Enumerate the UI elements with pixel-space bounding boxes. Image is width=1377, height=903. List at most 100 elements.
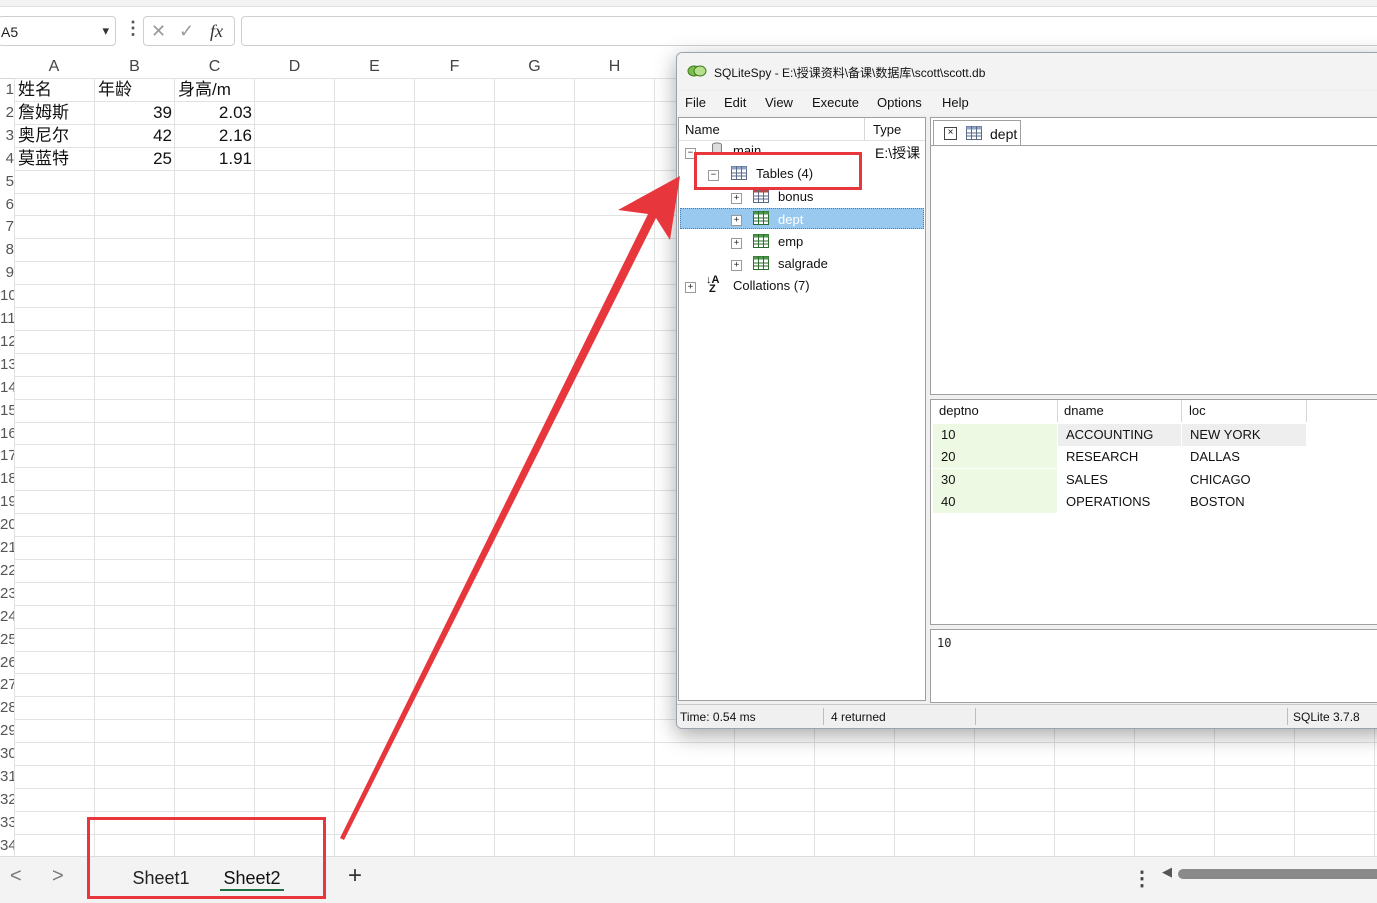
row-header[interactable]: 23 [0, 585, 14, 605]
close-tab-icon[interactable]: × [944, 127, 957, 140]
row-header[interactable]: 27 [0, 676, 14, 696]
row-header[interactable]: 9 [0, 264, 14, 284]
row-header[interactable]: 12 [0, 333, 14, 353]
menu-edit[interactable]: Edit [724, 95, 746, 110]
row-header[interactable]: 30 [0, 745, 14, 765]
result-cell[interactable]: DALLAS [1182, 446, 1306, 468]
add-sheet-button[interactable]: + [348, 862, 362, 890]
sql-editor[interactable]: × dept [930, 117, 1377, 395]
tree-collations[interactable]: Collations (7) [733, 278, 810, 293]
tree-table-bonus[interactable]: bonus [778, 189, 813, 204]
more-options-icon[interactable]: ⋮ [124, 18, 142, 39]
row-header[interactable]: 21 [0, 539, 14, 559]
row-header[interactable]: 2 [0, 104, 14, 124]
menu-execute[interactable]: Execute [812, 95, 859, 110]
result-cell[interactable]: NEW YORK [1182, 424, 1306, 446]
row-header[interactable]: 6 [0, 196, 14, 216]
select-all-corner[interactable] [0, 56, 14, 79]
editor-tab-dept[interactable]: × dept [933, 120, 1021, 145]
expand-collations-icon[interactable]: + [685, 282, 696, 293]
cell-b3[interactable]: 42 [95, 125, 172, 147]
cell-b2[interactable]: 39 [95, 102, 172, 124]
row-header[interactable]: 14 [0, 379, 14, 399]
row-header[interactable]: 28 [0, 699, 14, 719]
result-cell[interactable]: RESEARCH [1058, 446, 1181, 468]
collapse-tables-icon[interactable]: − [708, 170, 719, 181]
expand-salgrade-icon[interactable]: + [731, 260, 742, 271]
tree-tables[interactable]: Tables (4) [756, 166, 813, 181]
result-col-dname[interactable]: dname [1064, 403, 1104, 418]
row-header[interactable]: 4 [0, 150, 14, 170]
row-header[interactable]: 10 [0, 287, 14, 307]
next-sheet-icon[interactable]: > [52, 865, 64, 888]
menu-view[interactable]: View [765, 95, 793, 110]
row-header[interactable]: 15 [0, 402, 14, 422]
result-cell[interactable]: 10 [933, 424, 1057, 446]
col-header-d[interactable]: D [255, 56, 334, 79]
column-divider[interactable] [1057, 400, 1058, 422]
row-header[interactable]: 32 [0, 791, 14, 811]
cell-a1[interactable]: 姓名 [18, 79, 52, 101]
tree-table-salgrade[interactable]: salgrade [778, 256, 828, 271]
cell-b4[interactable]: 25 [95, 148, 172, 170]
tree-col-type[interactable]: Type [873, 122, 901, 137]
cell-a2[interactable]: 詹姆斯 [18, 102, 69, 124]
cell-a4[interactable]: 莫蓝特 [18, 148, 69, 170]
row-header[interactable]: 3 [0, 127, 14, 147]
expand-bonus-icon[interactable]: + [731, 193, 742, 204]
result-cell[interactable]: 20 [933, 446, 1057, 468]
cell-b1[interactable]: 年龄 [98, 79, 132, 101]
row-header[interactable]: 34 [0, 837, 14, 856]
tree-header-divider[interactable] [864, 118, 865, 140]
result-cell[interactable]: 30 [933, 469, 1057, 491]
result-cell[interactable]: 40 [933, 491, 1057, 513]
row-header[interactable]: 29 [0, 722, 14, 742]
tab-sheet2[interactable]: Sheet2 [210, 863, 294, 893]
column-divider[interactable] [1181, 400, 1182, 422]
row-header[interactable]: 16 [0, 425, 14, 445]
cell-value-viewer[interactable]: 10 [930, 629, 1377, 703]
result-cell[interactable]: SALES [1058, 469, 1181, 491]
row-header[interactable]: 5 [0, 173, 14, 193]
row-header[interactable]: 19 [0, 493, 14, 513]
col-header-a[interactable]: A [14, 56, 94, 79]
menu-options[interactable]: Options [877, 95, 922, 110]
tab-sheet1[interactable]: Sheet1 [115, 863, 207, 893]
cell-c1[interactable]: 身高/m [178, 79, 231, 101]
cell-c4[interactable]: 1.91 [175, 148, 252, 170]
cancel-icon[interactable]: ✕ [151, 21, 166, 42]
tree-table-emp[interactable]: emp [778, 234, 803, 249]
row-header[interactable]: 25 [0, 631, 14, 651]
row-header[interactable]: 18 [0, 470, 14, 490]
cell-a3[interactable]: 奥尼尔 [18, 125, 69, 147]
row-header[interactable]: 22 [0, 562, 14, 582]
result-cell[interactable]: OPERATIONS [1058, 491, 1181, 513]
formula-bar[interactable] [241, 16, 1377, 46]
result-col-deptno[interactable]: deptno [939, 403, 979, 418]
menu-file[interactable]: File [685, 95, 706, 110]
col-header-c[interactable]: C [175, 56, 254, 79]
title-bar[interactable]: SQLiteSpy - E:\授课资料\备课\数据库\scott\scott.d… [677, 53, 1377, 89]
tree-main[interactable]: main [733, 143, 761, 152]
column-divider[interactable] [1306, 400, 1307, 422]
row-header[interactable]: 13 [0, 356, 14, 376]
cell-c2[interactable]: 2.03 [175, 102, 252, 124]
row-header[interactable]: 33 [0, 814, 14, 834]
row-header[interactable]: 24 [0, 608, 14, 628]
row-header[interactable]: 17 [0, 447, 14, 467]
result-cell[interactable]: ACCOUNTING [1058, 424, 1181, 446]
row-header[interactable]: 11 [0, 310, 14, 330]
row-header[interactable]: 7 [0, 218, 14, 238]
chevron-down-icon[interactable]: ▾ [102, 23, 109, 39]
schema-tree[interactable]: Name Type − main E:\授课 − Tables (4) + bo… [678, 117, 926, 701]
confirm-icon[interactable]: ✓ [179, 21, 194, 42]
tree-col-name[interactable]: Name [685, 122, 720, 137]
expand-dept-icon[interactable]: + [731, 215, 742, 226]
insert-function-icon[interactable]: fx [210, 21, 223, 42]
col-header-g[interactable]: G [495, 56, 574, 79]
col-header-e[interactable]: E [335, 56, 414, 79]
cell-c3[interactable]: 2.16 [175, 125, 252, 147]
row-header[interactable]: 20 [0, 516, 14, 536]
result-grid[interactable]: deptno dname loc 10 ACCOUNTING NEW YORK … [930, 399, 1377, 625]
menu-help[interactable]: Help [942, 95, 969, 110]
